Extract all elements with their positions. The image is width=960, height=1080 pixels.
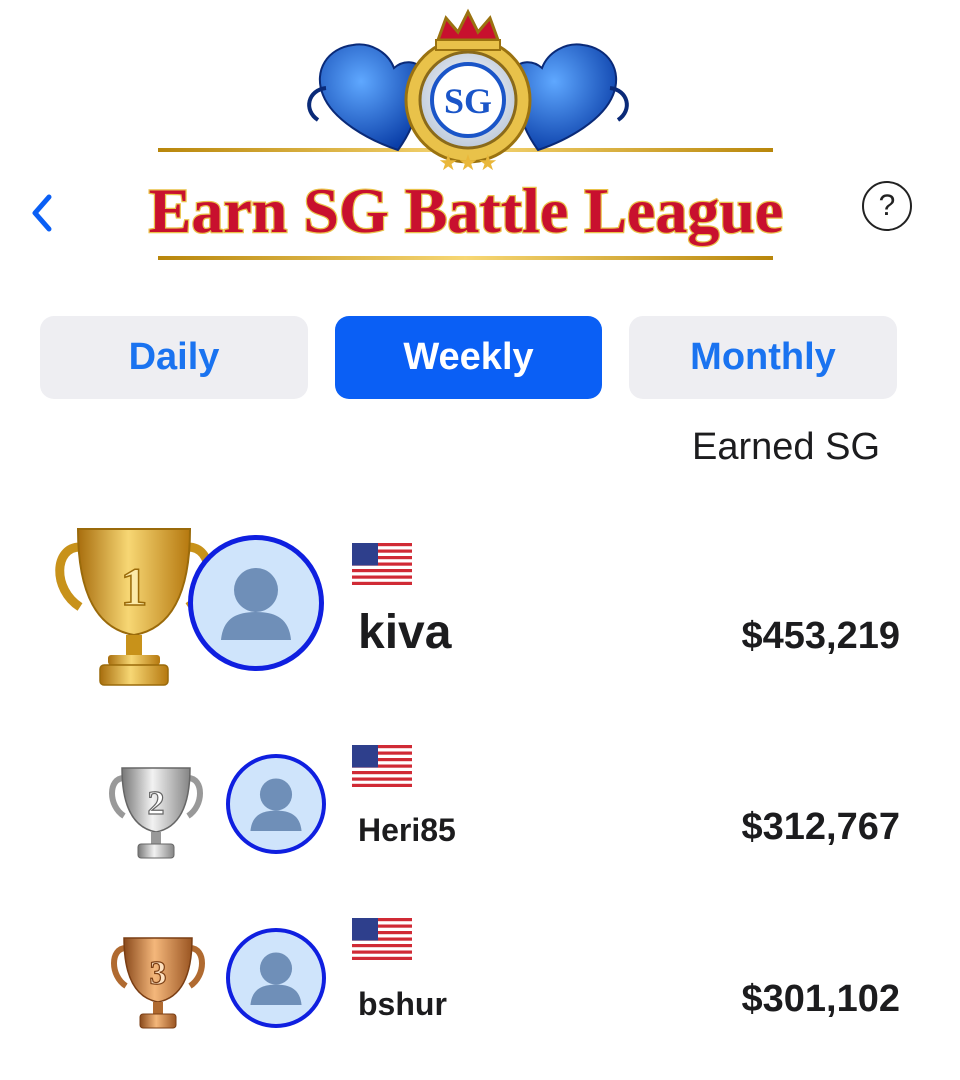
username: bshur xyxy=(358,986,447,1022)
username: kiva xyxy=(358,606,452,659)
league-logo: SG ★★★ Earn SG Battle League xyxy=(98,0,838,275)
leaderboard-row[interactable]: 3 bshur $301,102 xyxy=(0,912,960,1042)
help-icon: ? xyxy=(878,189,896,222)
logo-title: Earn SG Battle League xyxy=(149,175,784,246)
earned-sg-column-header: Earned SG xyxy=(692,426,880,468)
silver-trophy-icon: 2 xyxy=(109,767,203,859)
svg-text:3: 3 xyxy=(150,955,167,992)
leaderboard-row[interactable]: 1 kiva $453,219 xyxy=(0,515,960,700)
svg-text:2: 2 xyxy=(148,785,165,822)
tab-weekly[interactable]: Weekly xyxy=(335,316,602,399)
chevron-left-icon xyxy=(32,194,52,232)
earned-amount: $301,102 xyxy=(741,978,901,1020)
tab-weekly-label: Weekly xyxy=(403,336,534,378)
avatar[interactable] xyxy=(226,754,326,854)
svg-text:1: 1 xyxy=(121,557,148,617)
user-silhouette-icon xyxy=(221,568,291,640)
back-button[interactable] xyxy=(24,190,60,236)
tab-monthly[interactable]: Monthly xyxy=(629,316,897,399)
avatar[interactable] xyxy=(188,535,324,671)
us-flag-icon xyxy=(352,745,412,787)
username: Heri85 xyxy=(358,812,456,848)
tab-daily-label: Daily xyxy=(128,336,220,378)
earned-amount: $453,219 xyxy=(741,615,901,657)
us-flag-icon xyxy=(352,543,412,585)
us-flag-icon xyxy=(352,918,412,960)
tab-daily[interactable]: Daily xyxy=(40,316,308,399)
svg-text:SG: SG xyxy=(444,81,492,121)
leaderboard-row[interactable]: 2 Heri85 $312,767 xyxy=(0,740,960,870)
tab-monthly-label: Monthly xyxy=(690,336,836,378)
user-silhouette-icon xyxy=(250,778,302,832)
avatar[interactable] xyxy=(226,928,326,1028)
earned-amount: $312,767 xyxy=(741,806,901,848)
user-silhouette-icon xyxy=(250,952,302,1006)
bronze-trophy-icon: 3 xyxy=(111,937,205,1029)
svg-text:★★★: ★★★ xyxy=(438,151,497,176)
help-button[interactable]: ? xyxy=(862,181,912,231)
